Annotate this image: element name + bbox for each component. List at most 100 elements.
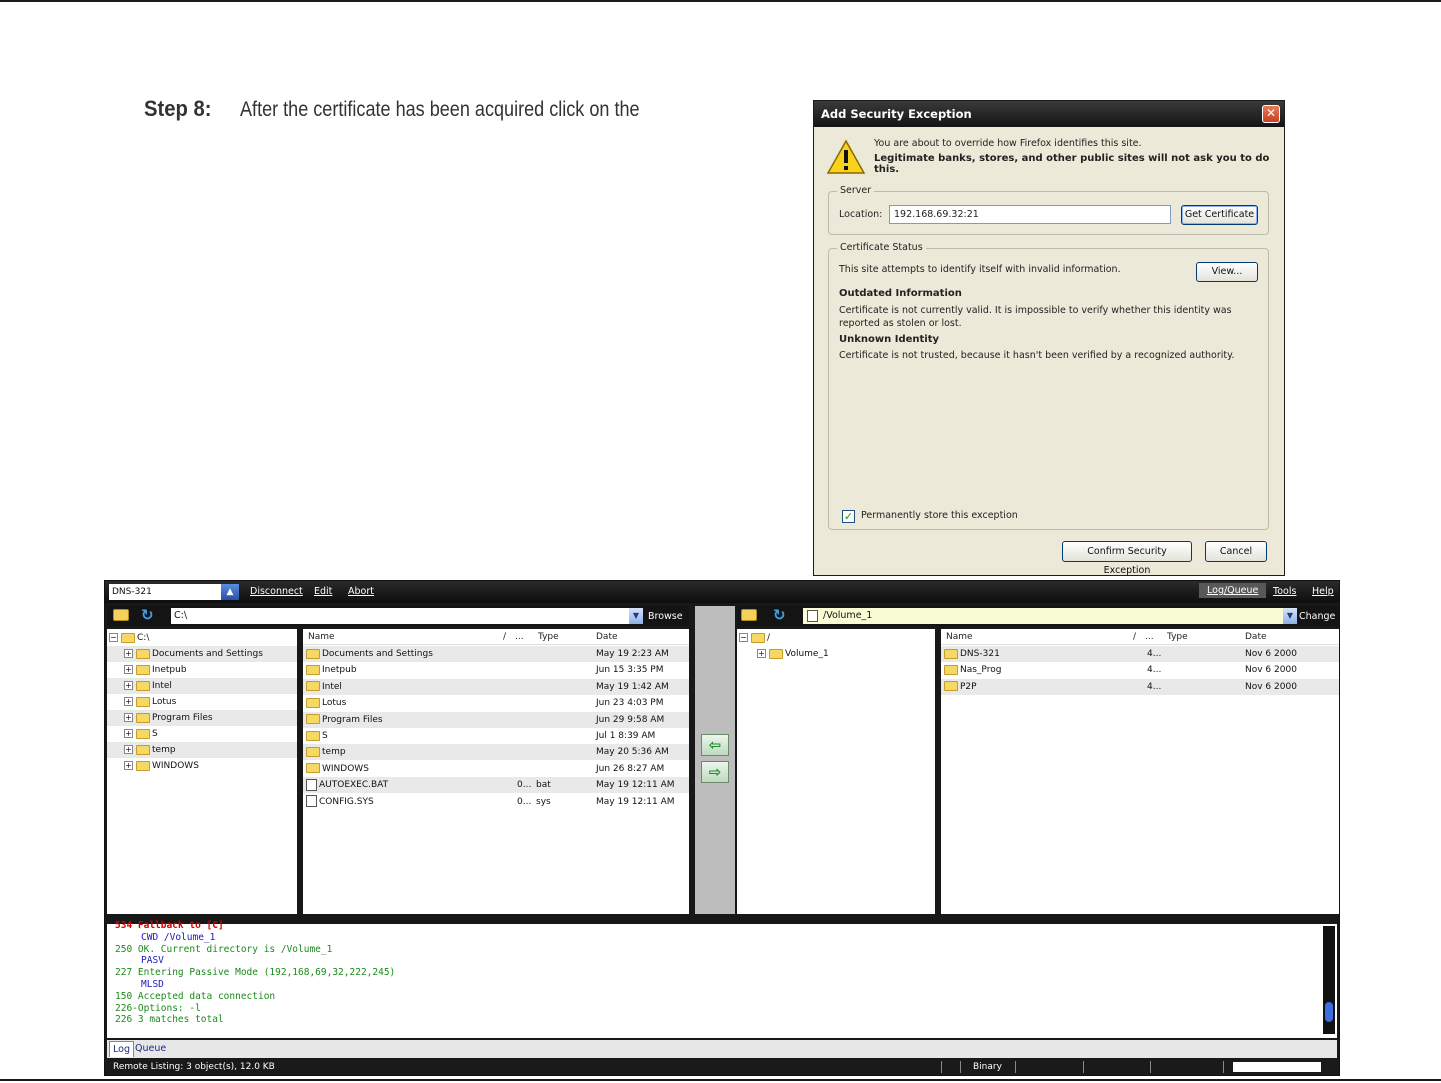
cancel-button[interactable]: Cancel bbox=[1205, 541, 1267, 562]
menu-disconnect[interactable]: Disconnect bbox=[250, 586, 303, 597]
tree-item[interactable]: + WINDOWS bbox=[107, 758, 297, 774]
confirm-security-exception-button[interactable]: Confirm Security Exception bbox=[1062, 541, 1192, 576]
folder-icon bbox=[306, 763, 320, 774]
tree-item[interactable]: + temp bbox=[107, 742, 297, 758]
location-input[interactable]: 192.168.69.32:21 bbox=[889, 205, 1171, 224]
column-sort[interactable]: / bbox=[503, 629, 506, 645]
step-text: After the certificate has been acquired … bbox=[240, 98, 640, 121]
column-type[interactable]: Type bbox=[1167, 629, 1188, 645]
table-row[interactable]: DNS-321 4... Nov 6 2000 bbox=[941, 646, 1339, 662]
table-row[interactable]: S Jul 1 8:39 AM bbox=[303, 728, 689, 744]
remote-path-input[interactable]: /Volume_1 bbox=[803, 608, 1289, 624]
certificate-status-group: Certificate Status This site attempts to… bbox=[828, 242, 1269, 530]
folder-icon bbox=[306, 730, 320, 741]
row-name: P2P bbox=[944, 679, 977, 695]
refresh-icon[interactable]: ↻ bbox=[141, 607, 157, 623]
tree-item[interactable]: + Documents and Settings bbox=[107, 646, 297, 662]
table-row[interactable]: Inetpub Jun 15 3:35 PM bbox=[303, 662, 689, 678]
change-button[interactable]: Change bbox=[1299, 611, 1335, 622]
connection-spinner-icon[interactable]: ▲ bbox=[221, 584, 239, 600]
row-name-text: DNS-321 bbox=[960, 649, 1000, 659]
table-row[interactable]: WINDOWS Jun 26 8:27 AM bbox=[303, 761, 689, 777]
row-name: temp bbox=[306, 744, 346, 760]
row-date: May 19 12:11 AM bbox=[596, 780, 675, 791]
status-listing: Remote Listing: 3 object(s), 12.0 KB bbox=[113, 1062, 275, 1072]
get-certificate-button[interactable]: Get Certificate bbox=[1181, 205, 1258, 225]
table-row[interactable]: CONFIG.SYS 0... sys May 19 12:11 AM bbox=[303, 794, 689, 810]
tree-item[interactable]: + S bbox=[107, 726, 297, 742]
row-name: WINDOWS bbox=[306, 761, 369, 777]
tree-root[interactable]: − / bbox=[737, 630, 935, 646]
log-line: PASV bbox=[141, 955, 164, 967]
table-row[interactable]: Documents and Settings May 19 2:23 AM bbox=[303, 646, 689, 662]
row-date: May 20 5:36 AM bbox=[596, 747, 669, 758]
menu-abort[interactable]: Abort bbox=[348, 586, 374, 597]
new-folder-icon[interactable] bbox=[113, 609, 129, 621]
row-name-text: CONFIG.SYS bbox=[319, 796, 374, 807]
row-name: Nas_Prog bbox=[944, 662, 1001, 678]
row-name: AUTOEXEC.BAT bbox=[306, 777, 388, 793]
tab-queue[interactable]: Queue bbox=[132, 1041, 169, 1057]
top-rule bbox=[0, 0, 1441, 2]
tree-item[interactable]: + Inetpub bbox=[107, 662, 297, 678]
table-row[interactable]: Intel May 19 1:42 AM bbox=[303, 678, 689, 695]
table-row[interactable]: temp May 20 5:36 AM bbox=[303, 744, 689, 761]
local-path-input[interactable]: C:\ bbox=[171, 608, 631, 624]
table-row[interactable]: P2P 4... Nov 6 2000 bbox=[941, 678, 1339, 695]
chevron-down-icon[interactable]: ▼ bbox=[1283, 608, 1297, 624]
tree-item[interactable]: + Intel bbox=[107, 678, 297, 694]
log-panel: 534 Fallback to [C] CWD /Volume_1 250 OK. … bbox=[107, 920, 1337, 1038]
vertical-scrollbar[interactable] bbox=[1323, 926, 1335, 1034]
arrow-left-icon[interactable]: ⇦ bbox=[701, 734, 729, 756]
column-name[interactable]: Name bbox=[308, 629, 335, 645]
list-header: Name / ... Type Date bbox=[941, 629, 1339, 645]
refresh-icon[interactable]: ↻ bbox=[773, 607, 789, 623]
location-label: Location: bbox=[839, 209, 883, 220]
column-size[interactable]: ... bbox=[1145, 629, 1154, 645]
menu-tools[interactable]: Tools bbox=[1273, 586, 1296, 597]
column-date[interactable]: Date bbox=[1245, 629, 1267, 645]
new-folder-icon[interactable] bbox=[741, 609, 757, 621]
log-tabs: Log Queue bbox=[107, 1040, 1337, 1058]
tab-log[interactable]: Log bbox=[109, 1041, 134, 1057]
row-type: bat bbox=[536, 780, 551, 791]
document-icon bbox=[807, 610, 818, 622]
row-size: 0... bbox=[517, 780, 532, 791]
unknown-text: Certificate is not trusted, because it h… bbox=[839, 350, 1235, 361]
menu-edit[interactable]: Edit bbox=[314, 586, 332, 597]
connection-select[interactable]: DNS-321 bbox=[109, 584, 239, 600]
row-date: May 19 12:11 AM bbox=[596, 796, 675, 807]
column-size[interactable]: ... bbox=[515, 629, 524, 645]
tree-item-volume-1[interactable]: + Volume_1 bbox=[737, 646, 935, 662]
view-button[interactable]: View... bbox=[1196, 262, 1258, 282]
menu-log-queue[interactable]: Log/Queue bbox=[1199, 583, 1267, 598]
dialog-warning: Legitimate banks, stores, and other publ… bbox=[874, 153, 1270, 175]
tree-root[interactable]: − C:\ bbox=[107, 630, 297, 646]
column-name[interactable]: Name bbox=[946, 629, 973, 645]
local-folder-tree: − C:\ + Documents and Settings + Inetpub + I… bbox=[107, 629, 297, 962]
table-row[interactable]: Nas_Prog 4... Nov 6 2000 bbox=[941, 662, 1339, 678]
tree-item[interactable]: + Program Files bbox=[107, 710, 297, 726]
menu-help[interactable]: Help bbox=[1312, 586, 1334, 597]
tree-item[interactable]: + Lotus bbox=[107, 694, 297, 710]
chevron-down-icon[interactable]: ▼ bbox=[629, 608, 643, 624]
table-row[interactable]: Lotus Jun 23 4:03 PM bbox=[303, 695, 689, 711]
log-line: 534 Fallback to [C] bbox=[115, 920, 224, 931]
table-row[interactable]: AUTOEXEC.BAT 0... bat May 19 12:11 AM bbox=[303, 777, 689, 794]
log-line: MLSD bbox=[141, 979, 164, 990]
file-icon bbox=[306, 795, 317, 808]
log-line: 226 3 matches total bbox=[115, 1014, 224, 1026]
server-legend: Server bbox=[837, 185, 875, 196]
permanent-exception-checkbox[interactable]: ✓ bbox=[842, 510, 855, 523]
column-sort[interactable]: / bbox=[1133, 629, 1136, 645]
ftp-client-window: DNS-321 ▲ Disconnect Edit Abort Log/Queu… bbox=[104, 580, 1340, 1076]
status-bar: Remote Listing: 3 object(s), 12.0 KB Bin… bbox=[105, 1059, 1339, 1075]
row-name-text: AUTOEXEC.BAT bbox=[319, 780, 389, 791]
table-row[interactable]: Program Files Jun 29 9:58 AM bbox=[303, 711, 689, 728]
browse-button[interactable]: Browse bbox=[648, 611, 683, 622]
column-type[interactable]: Type bbox=[538, 629, 559, 645]
row-date: May 19 2:23 AM bbox=[596, 649, 669, 659]
close-icon[interactable]: ✕ bbox=[1262, 105, 1280, 123]
column-date[interactable]: Date bbox=[596, 629, 618, 645]
arrow-right-icon[interactable]: ⇨ bbox=[701, 761, 729, 783]
